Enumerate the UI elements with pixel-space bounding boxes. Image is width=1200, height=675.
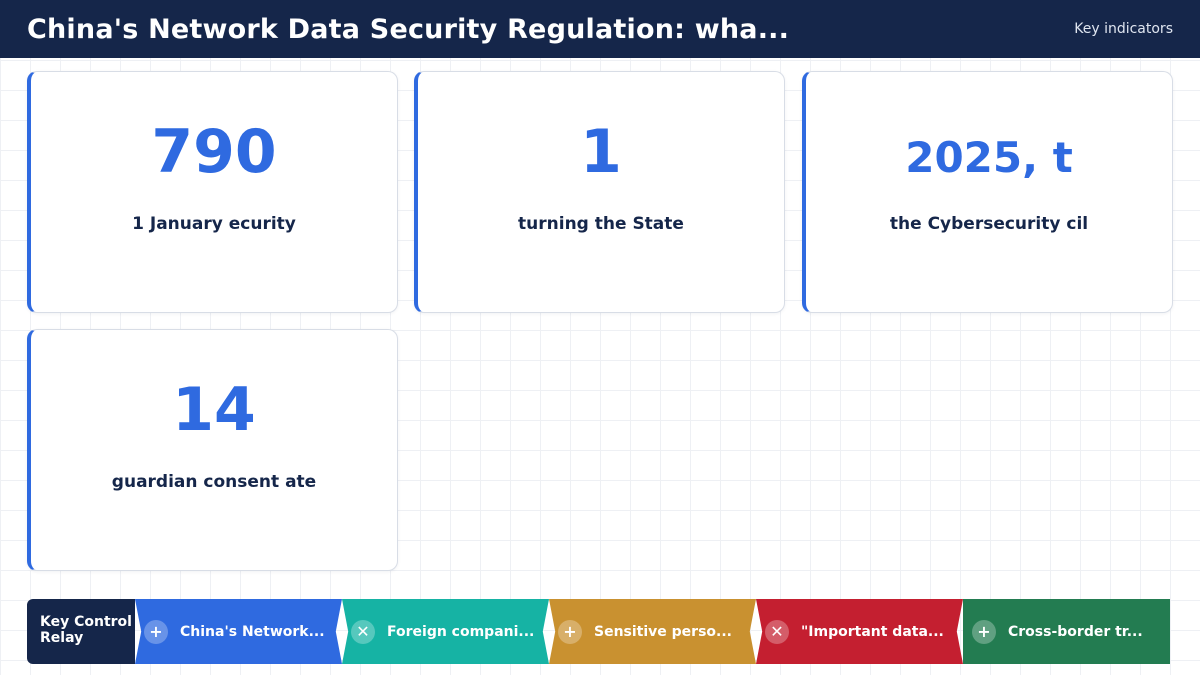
relay-step-3[interactable]: + Sensitive perso... bbox=[549, 599, 756, 664]
close-icon: ✕ bbox=[765, 619, 789, 644]
indicator-label: turning the State bbox=[518, 214, 684, 234]
page-title: China's Network Data Security Regulation… bbox=[27, 13, 790, 45]
relay-step-1[interactable]: + China's Network... bbox=[135, 599, 342, 664]
relay-title: Key Control Relay bbox=[27, 599, 135, 664]
indicator-card-3: 2025, t the Cybersecurity cil bbox=[802, 71, 1173, 313]
relay-step-label: Sensitive perso... bbox=[594, 623, 732, 640]
indicator-label: 1 January ecurity bbox=[132, 214, 296, 234]
relay-title-line1: Key Control bbox=[40, 614, 132, 630]
header-bar: China's Network Data Security Regulation… bbox=[0, 0, 1200, 58]
key-control-relay: Key Control Relay + China's Network... ✕… bbox=[27, 599, 1170, 664]
relay-step-4[interactable]: ✕ "Important data... bbox=[756, 599, 963, 664]
relay-step-label: Foreign compani... bbox=[387, 623, 535, 640]
indicator-label: the Cybersecurity cil bbox=[889, 214, 1089, 234]
relay-step-label: Cross-border tr... bbox=[1008, 623, 1143, 640]
relay-step-5[interactable]: + Cross-border tr... bbox=[963, 599, 1170, 664]
indicator-card-4: 14 guardian consent ate bbox=[27, 329, 398, 571]
indicator-card-1: 790 1 January ecurity bbox=[27, 71, 398, 313]
indicator-value: 2025, t bbox=[905, 133, 1073, 182]
header-tag: Key indicators bbox=[1074, 21, 1173, 37]
close-icon: ✕ bbox=[351, 619, 375, 644]
plus-icon: + bbox=[558, 619, 582, 644]
indicator-value: 1 bbox=[580, 117, 622, 187]
indicator-value: 790 bbox=[151, 117, 277, 187]
indicator-card-2: 1 turning the State bbox=[414, 71, 785, 313]
relay-step-label: "Important data... bbox=[801, 623, 944, 640]
indicator-label: guardian consent ate bbox=[111, 472, 317, 492]
relay-step-label: China's Network... bbox=[180, 623, 325, 640]
plus-icon: + bbox=[972, 619, 996, 644]
relay-step-2[interactable]: ✕ Foreign compani... bbox=[342, 599, 549, 664]
plus-icon: + bbox=[144, 619, 168, 644]
indicator-value: 14 bbox=[172, 375, 256, 445]
relay-title-line2: Relay bbox=[40, 630, 84, 646]
